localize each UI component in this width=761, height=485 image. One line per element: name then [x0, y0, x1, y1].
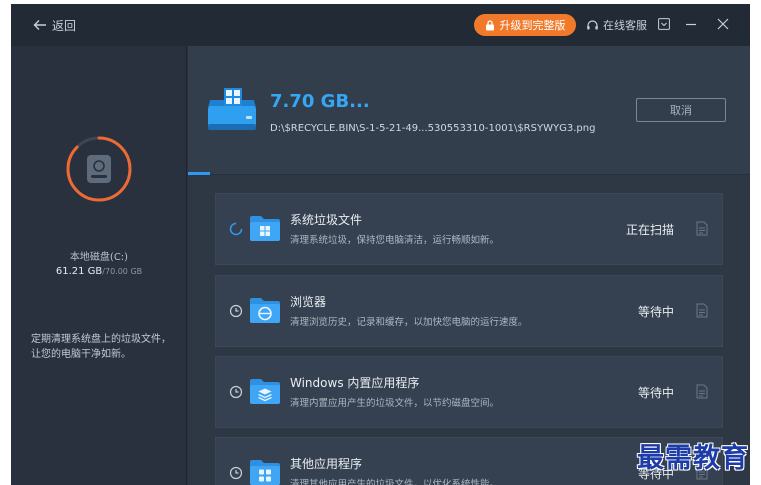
category-description: 清理浏览历史，记录和缓存，以加快您电脑的运行速度。	[290, 317, 528, 328]
clock-icon	[229, 304, 243, 318]
close-icon	[717, 18, 729, 30]
back-label: 返回	[52, 18, 77, 33]
stack-folder-icon	[250, 379, 280, 404]
file-details-icon[interactable]	[696, 303, 708, 318]
category-status: 等待中	[637, 386, 674, 400]
scan-panel: 7.70 GB... D:\$RECYCLE.BIN\S-1-5-21-49..…	[188, 46, 750, 485]
clock-icon	[229, 466, 243, 480]
category-title: 系统垃圾文件	[290, 213, 363, 227]
app-window: 返回 升级到完整版 在线客服 本地磁盘(C:) 61.21 GB/70.00 G…	[11, 4, 750, 485]
scan-header: 7.70 GB... D:\$RECYCLE.BIN\S-1-5-21-49..…	[188, 46, 750, 174]
category-title: 其他应用程序	[290, 457, 363, 471]
disk-capacity: 61.21 GB/70.00 GB	[11, 266, 187, 277]
file-details-icon[interactable]	[696, 221, 708, 236]
browser-folder-icon	[250, 298, 280, 323]
back-button[interactable]: 返回	[33, 16, 76, 34]
category-status: 正在扫描	[625, 223, 674, 237]
clock-icon	[229, 385, 243, 399]
windows-drive-icon	[208, 88, 256, 130]
hard-drive-icon	[87, 155, 111, 183]
current-scan-path: D:\$RECYCLE.BIN\S-1-5-21-49...530553310-…	[270, 123, 596, 134]
windows-folder-icon	[250, 216, 280, 241]
category-title: 浏览器	[290, 295, 327, 309]
dropdown-icon	[658, 18, 670, 30]
category-description: 清理内置应用产生的垃圾文件，以节约磁盘空间。	[290, 398, 500, 409]
apps-folder-icon	[250, 460, 280, 485]
loading-spinner-icon	[229, 222, 243, 236]
cancel-button[interactable]: 取消	[636, 98, 726, 122]
online-support-button[interactable]: 在线客服	[586, 16, 647, 34]
arrow-left-icon	[33, 20, 46, 30]
cleanup-tip: 定期清理系统盘上的垃圾文件，让您的电脑干净如新。	[31, 334, 171, 360]
disk-panel: 本地磁盘(C:) 61.21 GB/70.00 GB 定期清理系统盘上的垃圾文件…	[11, 46, 187, 485]
category-description: 清理系统垃圾，保持您电脑清洁，运行畅顺如新。	[290, 235, 500, 246]
category-card-windows-apps[interactable]: Windows 内置应用程序 清理内置应用产生的垃圾文件，以节约磁盘空间。 等待…	[215, 356, 723, 428]
minimize-button[interactable]	[683, 16, 699, 32]
upgrade-label: 升级到完整版	[499, 19, 566, 32]
upgrade-button[interactable]: 升级到完整版	[474, 14, 576, 36]
category-description: 清理其他应用产生的垃圾文件，以优化系统性能。	[290, 479, 500, 485]
category-status: 等待中	[637, 305, 674, 319]
category-card-browser[interactable]: 浏览器 清理浏览历史，记录和缓存，以加快您电脑的运行速度。 等待中	[215, 275, 723, 347]
dropdown-menu-button[interactable]	[656, 16, 672, 32]
title-bar: 返回 升级到完整版 在线客服	[11, 4, 750, 46]
disk-name: 本地磁盘(C:)	[69, 252, 129, 263]
scan-progress-accent	[188, 172, 210, 175]
header-divider	[188, 174, 750, 175]
headset-icon	[587, 19, 598, 29]
close-button[interactable]	[715, 16, 731, 32]
watermark: 最需教育	[637, 443, 749, 474]
scanned-size: 7.70 GB...	[270, 91, 370, 112]
category-card-system-junk[interactable]: 系统垃圾文件 清理系统垃圾，保持您电脑清洁，运行畅顺如新。 正在扫描	[215, 193, 723, 265]
lock-icon	[485, 19, 494, 30]
disk-used: 61.21 GB	[55, 266, 103, 277]
file-details-icon[interactable]	[696, 384, 708, 399]
disk-total: /70.00 GB	[102, 267, 143, 276]
category-title: Windows 内置应用程序	[290, 376, 420, 390]
support-label: 在线客服	[603, 19, 647, 32]
minimize-icon	[686, 23, 696, 26]
